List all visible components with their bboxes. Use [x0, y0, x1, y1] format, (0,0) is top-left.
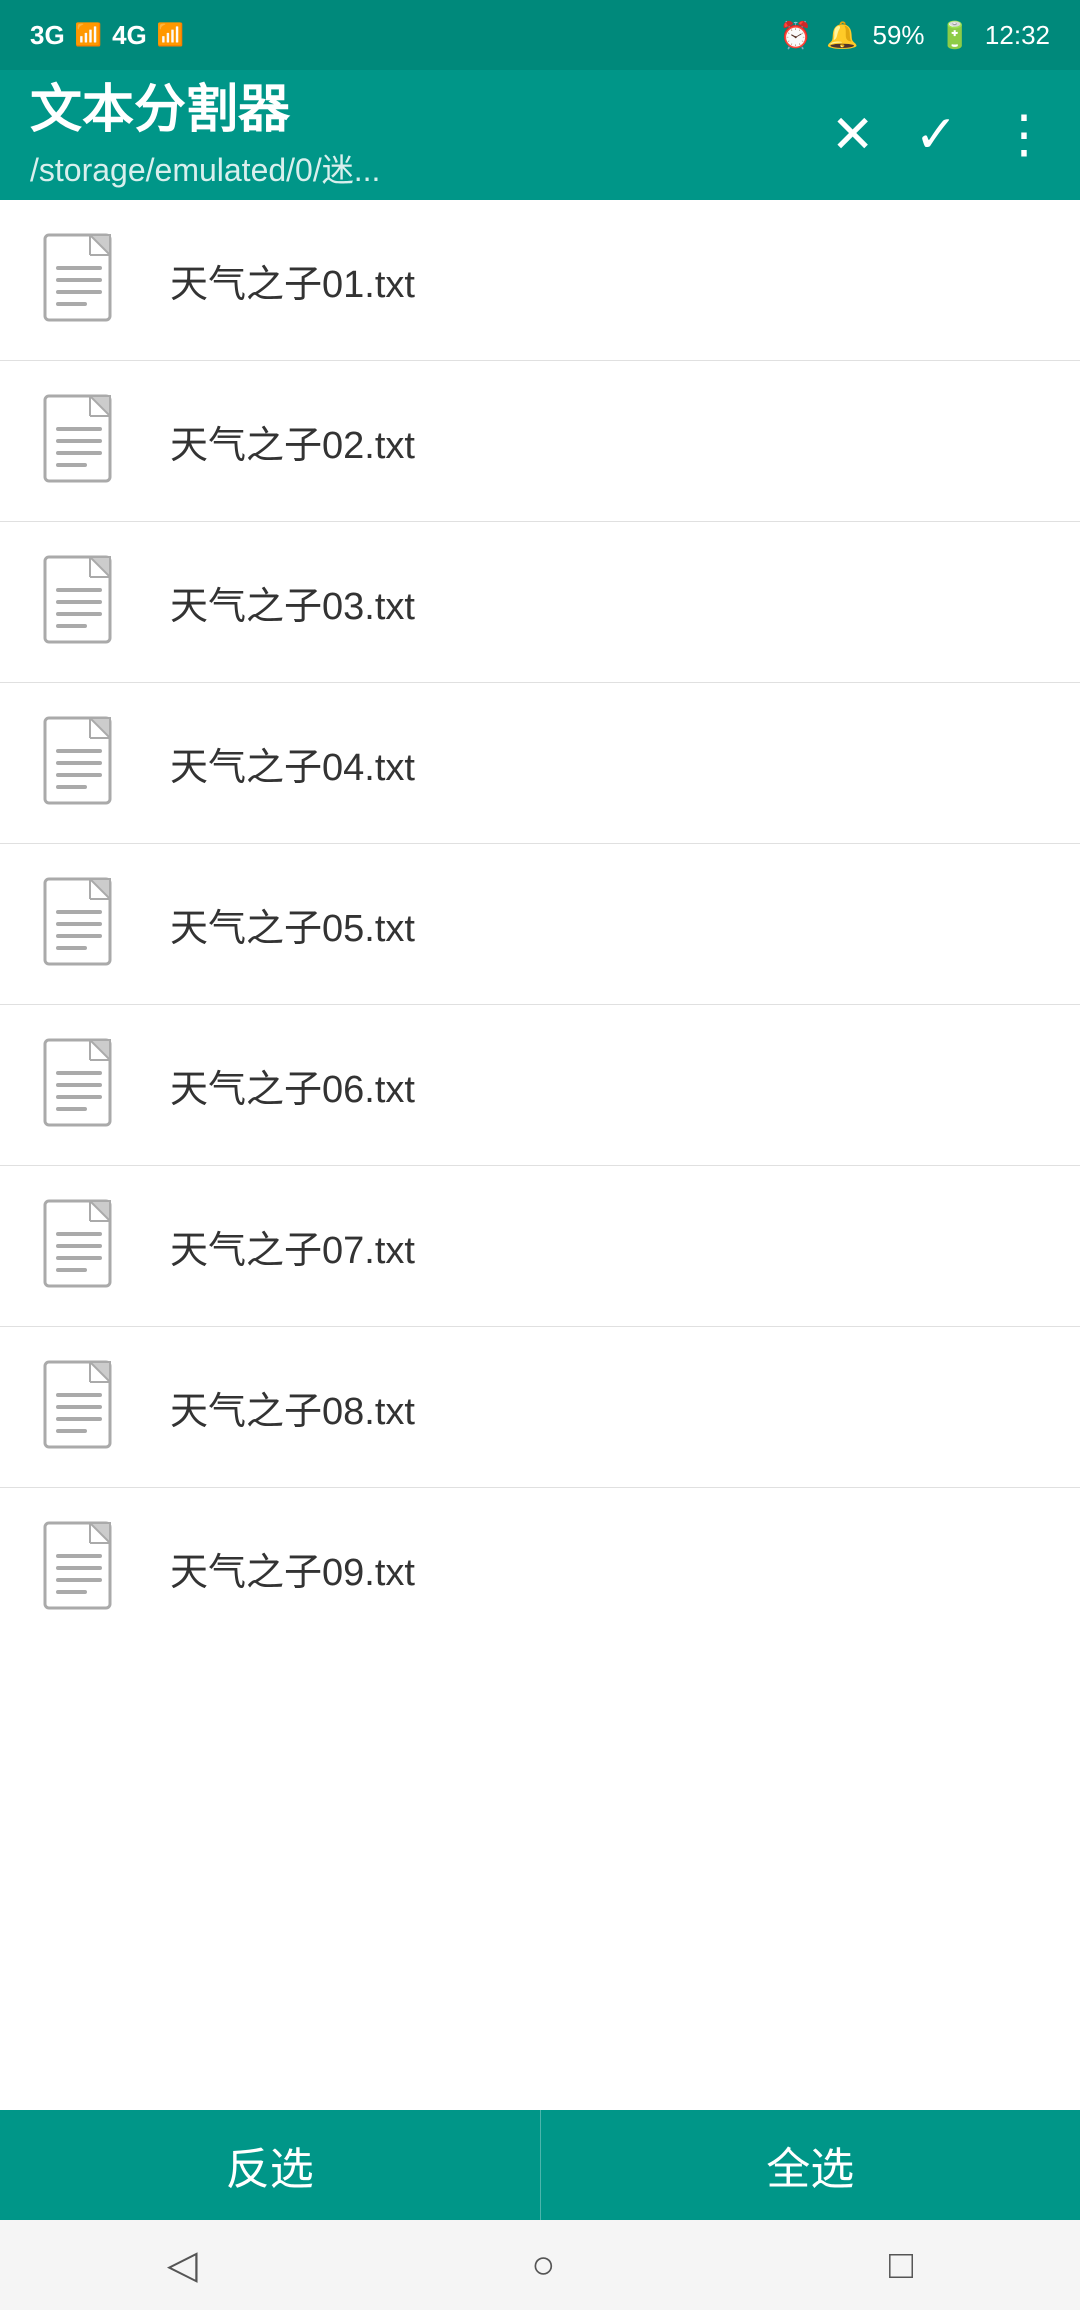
list-item[interactable]: 天气之子03.txt: [0, 522, 1080, 683]
list-item[interactable]: 天气之子02.txt: [0, 361, 1080, 522]
list-item[interactable]: 天气之子06.txt: [0, 1005, 1080, 1166]
list-item[interactable]: 天气之子07.txt: [0, 1166, 1080, 1327]
file-icon: [40, 713, 130, 813]
network-icons: 3G 📶 4G 📶: [30, 20, 184, 51]
signal-icon-3g: 📶: [75, 22, 102, 48]
file-icon: [40, 1035, 130, 1135]
network-3g: 3G: [30, 20, 65, 51]
check-icon[interactable]: ✓: [914, 109, 958, 161]
app-subtitle: /storage/emulated/0/迷...: [30, 145, 811, 191]
app-bar-actions: ✕ ✓ ⋮: [831, 109, 1050, 161]
app-title: 文本分割器: [30, 79, 811, 141]
alarm-icon: ⏰: [780, 20, 812, 51]
signal-icon-4g: 📶: [157, 22, 184, 48]
file-icon: [40, 230, 130, 330]
status-bar: 3G 📶 4G 📶 ⏰ 🔔 59% 🔋 12:32: [0, 0, 1080, 70]
list-item[interactable]: 天气之子09.txt: [0, 1488, 1080, 1648]
file-name: 天气之子05.txt: [170, 897, 415, 952]
clock: 12:32: [985, 20, 1050, 51]
network-4g: 4G: [112, 20, 147, 51]
list-item[interactable]: 天气之子08.txt: [0, 1327, 1080, 1488]
file-icon: [40, 1357, 130, 1457]
file-icon: [40, 391, 130, 491]
navigation-bar: ◁ ○ □: [0, 2220, 1080, 2310]
file-list: 天气之子01.txt 天气之子02.txt: [0, 200, 1080, 2110]
invert-selection-button[interactable]: 反选: [0, 2110, 541, 2220]
file-icon: [40, 1196, 130, 1296]
app-bar: 文本分割器 /storage/emulated/0/迷... ✕ ✓ ⋮: [0, 70, 1080, 200]
list-item[interactable]: 天气之子01.txt: [0, 200, 1080, 361]
select-all-button[interactable]: 全选: [541, 2110, 1080, 2220]
more-options-icon[interactable]: ⋮: [998, 109, 1050, 161]
file-icon: [40, 874, 130, 974]
file-name: 天气之子09.txt: [170, 1541, 415, 1596]
battery-icon: 🔋: [939, 20, 971, 51]
back-button[interactable]: ◁: [167, 2242, 198, 2288]
file-name: 天气之子06.txt: [170, 1058, 415, 1113]
close-icon[interactable]: ✕: [831, 109, 875, 161]
bell-icon: 🔔: [826, 20, 858, 51]
home-button[interactable]: ○: [531, 2243, 555, 2288]
file-name: 天气之子04.txt: [170, 736, 415, 791]
recents-button[interactable]: □: [889, 2243, 913, 2288]
list-item[interactable]: 天气之子05.txt: [0, 844, 1080, 1005]
file-name: 天气之子03.txt: [170, 575, 415, 630]
file-name: 天气之子08.txt: [170, 1380, 415, 1435]
app-bar-title-area: 文本分割器 /storage/emulated/0/迷...: [30, 79, 811, 191]
status-right: ⏰ 🔔 59% 🔋 12:32: [780, 20, 1050, 51]
file-icon: [40, 552, 130, 652]
battery-percent: 59%: [873, 20, 925, 51]
file-icon: [40, 1518, 130, 1618]
file-name: 天气之子01.txt: [170, 253, 415, 308]
file-name: 天气之子07.txt: [170, 1219, 415, 1274]
bottom-bar: 反选 全选: [0, 2110, 1080, 2220]
file-name: 天气之子02.txt: [170, 414, 415, 469]
list-item[interactable]: 天气之子04.txt: [0, 683, 1080, 844]
